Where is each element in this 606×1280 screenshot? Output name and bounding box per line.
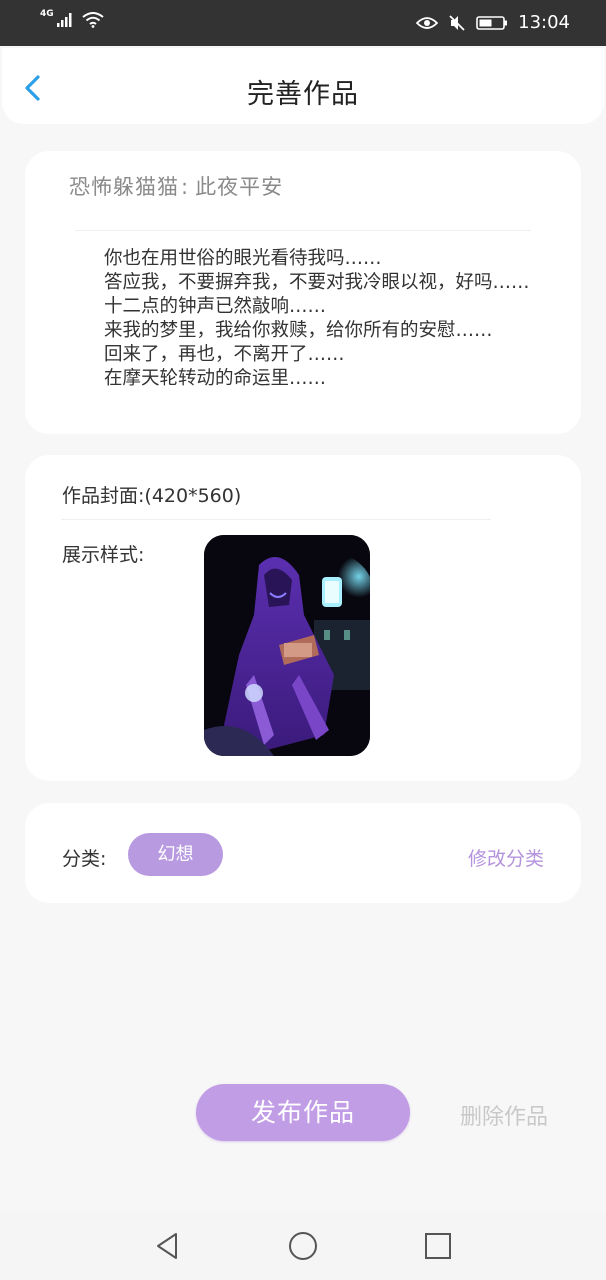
cover-label: 作品封面:(420*560) — [62, 481, 241, 508]
category-card: 分类: 幻想 修改分类 — [25, 803, 581, 903]
app-header: 完善作品 — [2, 48, 604, 124]
clock: 13:04 — [518, 12, 570, 33]
excerpt-line: 在摩天轮转动的命运里…… — [104, 368, 327, 389]
status-bar-right: 13:04 — [416, 12, 570, 33]
work-excerpt: 你也在用世俗的眼光看待我吗…… 答应我，不要摒弃我，不要对我冷眼以视，好吗…… … — [69, 247, 537, 391]
category-label: 分类: — [62, 848, 107, 870]
excerpt-line: 你也在用世俗的眼光看待我吗…… — [104, 248, 382, 269]
mute-icon — [449, 14, 465, 31]
nav-home-button[interactable] — [287, 1230, 319, 1262]
excerpt-line: 回来了，再也，不离开了…… — [104, 344, 345, 365]
divider — [61, 519, 491, 520]
battery-icon — [476, 15, 508, 30]
nav-back-icon — [157, 1233, 177, 1259]
work-info-card: 恐怖躲猫猫: 此夜平安 你也在用世俗的眼光看待我吗…… 答应我，不要摒弃我，不要对… — [25, 151, 581, 434]
display-style-label: 展示样式: — [62, 544, 145, 566]
eye-comfort-icon — [416, 16, 439, 29]
publish-button[interactable]: 发布作品 — [196, 1084, 410, 1141]
status-bar: 4G 13:04 — [0, 0, 606, 46]
excerpt-viewport[interactable]: 你也在用世俗的眼光看待我吗…… 答应我，不要摒弃我，不要对我冷眼以视，好吗…… … — [25, 151, 581, 413]
page-title: 完善作品 — [247, 79, 359, 110]
network-type: 4G — [40, 9, 54, 19]
wifi-icon — [82, 12, 104, 28]
excerpt-line: 十二点的钟声已然敲响…… — [104, 296, 327, 317]
excerpt-line: 答应我，不要摒弃我，不要对我冷眼以视，好吗…… — [104, 272, 530, 293]
nav-home-icon — [289, 1232, 317, 1260]
cover-image[interactable] — [204, 535, 370, 756]
delete-button[interactable]: 删除作品 — [460, 1099, 548, 1131]
nav-recents-button[interactable] — [422, 1230, 454, 1262]
cover-label-text: 作品封面: — [62, 485, 145, 507]
nav-back-button[interactable] — [152, 1230, 184, 1262]
status-bar-left: 4G — [40, 9, 104, 28]
signal-icon — [56, 13, 72, 27]
nav-recents-icon — [425, 1233, 451, 1259]
cover-size: (420*560) — [144, 485, 242, 507]
cover-card: 作品封面:(420*560) 展示样式: — [25, 455, 581, 781]
cover-artwork — [204, 535, 370, 756]
category-chip[interactable]: 幻想 — [128, 833, 223, 876]
excerpt-line: 来我的梦里，我给你救赎，给你所有的安慰…… — [104, 320, 493, 341]
modify-category-link[interactable]: 修改分类 — [468, 844, 544, 871]
system-nav-bar — [0, 1212, 606, 1280]
